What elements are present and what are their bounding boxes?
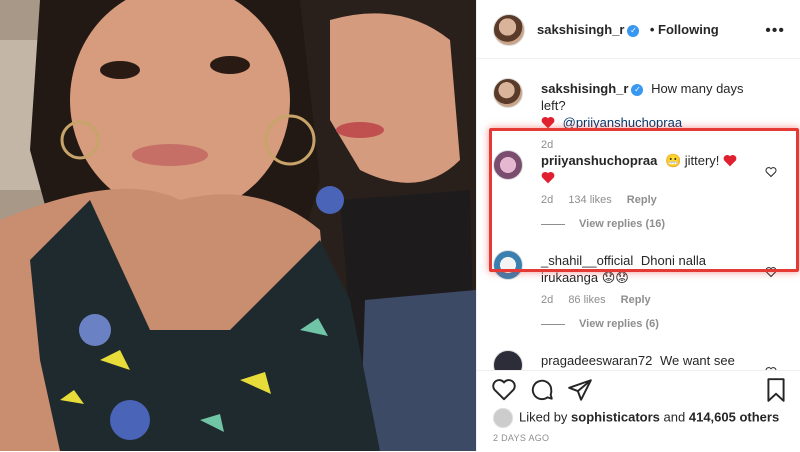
likes-summary[interactable]: Liked by sophisticators and 414,605 othe… (493, 408, 779, 428)
highlight-annotation (489, 128, 799, 272)
post-photo[interactable] (0, 0, 476, 451)
verified-icon: ✓ (627, 25, 640, 37)
comments-list[interactable]: sakshisingh_r ✓ How many days left? @prii… (477, 58, 800, 370)
view-replies-label: View replies (6) (579, 318, 659, 330)
photo-illustration (0, 0, 476, 451)
more-icon[interactable]: ••• (765, 22, 785, 40)
liked-by-prefix: Liked by (519, 409, 568, 425)
post-actions: Liked by sophisticators and 414,605 othe… (477, 370, 800, 452)
heart-icon[interactable] (491, 377, 517, 403)
comment-icon[interactable] (529, 377, 555, 403)
post-date[interactable]: 2 DAYS AGO (493, 433, 549, 443)
comment-avatar[interactable] (493, 350, 523, 370)
post-panel: sakshisingh_r ✓ • Following ••• sakshisin… (476, 0, 800, 451)
share-icon[interactable] (567, 377, 593, 403)
comment-text: We want see (659, 353, 735, 368)
and-text: and (663, 409, 686, 425)
comment-username[interactable]: pragadeeswaran72 (541, 353, 652, 368)
view-replies-button[interactable]: View replies (6) (541, 318, 659, 330)
comment-likes[interactable]: 86 likes (568, 294, 605, 306)
others-count[interactable]: 414,605 others (689, 409, 779, 424)
comment-avatar[interactable] (493, 78, 523, 108)
post-header: sakshisingh_r ✓ • Following ••• (477, 0, 800, 59)
verified-icon: ✓ (631, 84, 644, 96)
comment-age: 2d (541, 294, 554, 306)
comment-meta: 2d 86 likes Reply (541, 292, 761, 309)
reply-button[interactable]: Reply (621, 294, 651, 306)
author-username[interactable]: sakshisingh_r (537, 22, 624, 37)
divider-line (541, 323, 565, 325)
author-avatar[interactable] (493, 14, 525, 46)
liked-by-user[interactable]: sophisticators (571, 409, 660, 424)
follow-status[interactable]: • Following (650, 22, 719, 37)
comment-username[interactable]: sakshisingh_r (541, 81, 628, 96)
liker-avatar (493, 408, 513, 428)
bookmark-icon[interactable] (763, 377, 789, 403)
